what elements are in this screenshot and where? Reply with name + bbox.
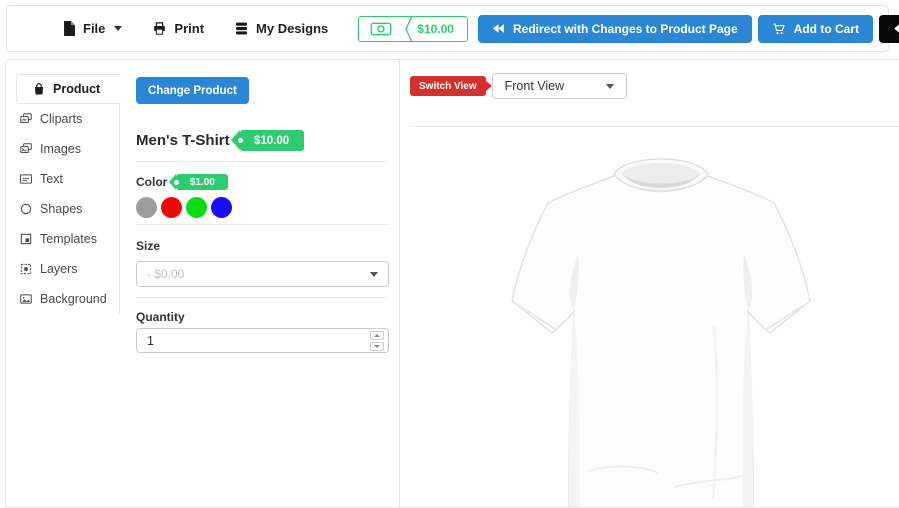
designer-content: Product Cliparts Images Text Shapes Temp…: [5, 59, 899, 508]
redirect-button-label: Redirect with Changes to Product Page: [513, 22, 738, 36]
back-to-shop-button[interactable]: Back to Shop: [879, 15, 899, 43]
add-to-cart-button[interactable]: Add to Cart: [758, 15, 873, 43]
cart-icon: [772, 22, 786, 36]
sidebar-tab-layers[interactable]: Layers: [6, 254, 119, 284]
design-stage-area: Switch View Front View: [400, 60, 899, 507]
view-select-value: Front View: [505, 79, 565, 93]
quantity-down-button[interactable]: [370, 342, 384, 351]
backward-icon: [893, 23, 899, 34]
color-swatch-green[interactable]: [186, 197, 207, 218]
divider: [410, 126, 899, 127]
product-price-tag: $10.00: [240, 130, 304, 151]
images-icon: [19, 142, 33, 156]
chevron-down-icon: [370, 272, 378, 277]
print-menu[interactable]: Print: [152, 21, 204, 36]
tab-label: Images: [40, 142, 81, 156]
my-designs-menu[interactable]: My Designs: [234, 21, 328, 36]
tab-label: Shapes: [40, 202, 82, 216]
file-menu[interactable]: File: [63, 21, 122, 36]
sidebar-tab-images[interactable]: Images: [6, 134, 119, 164]
color-swatch-grey[interactable]: [136, 197, 157, 218]
tab-label: Layers: [40, 262, 78, 276]
change-product-label: Change Product: [148, 85, 237, 97]
print-label: Print: [174, 21, 204, 36]
size-select[interactable]: - $0.00: [136, 261, 389, 287]
file-label: File: [83, 21, 105, 36]
view-select[interactable]: Front View: [492, 73, 627, 99]
sidebar-tab-shapes[interactable]: Shapes: [6, 194, 119, 224]
sidebar-tab-templates[interactable]: Templates: [6, 224, 119, 254]
top-toolbar: File Print My Designs $10.00 Redirect wi…: [6, 5, 889, 52]
quantity-label: Quantity: [136, 310, 389, 324]
designs-stack-icon: [234, 21, 249, 36]
quantity-input[interactable]: [138, 334, 370, 348]
quantity-spinner: [370, 331, 384, 351]
divider: [136, 297, 389, 298]
total-price-value: $10.00: [413, 22, 467, 36]
backward-icon: [492, 23, 505, 34]
text-icon: [19, 172, 33, 186]
redirect-to-product-page-button[interactable]: Redirect with Changes to Product Page: [478, 15, 752, 43]
tshirt-product-image[interactable]: [506, 141, 816, 508]
chevron-down-icon: [114, 26, 122, 31]
tab-label: Templates: [40, 232, 97, 246]
badge-notch: [403, 16, 413, 42]
size-select-value: - $0.00: [147, 267, 184, 281]
product-title: Men's T-Shirt: [136, 132, 230, 149]
layers-icon: [19, 262, 33, 276]
chevron-down-icon: [606, 84, 614, 89]
background-image-icon: [19, 292, 33, 306]
sidebar-tab-text[interactable]: Text: [6, 164, 119, 194]
print-icon: [152, 21, 167, 36]
tab-label: Background: [40, 292, 107, 306]
product-options-panel: Change Product Men's T-Shirt $10.00 Colo…: [119, 60, 400, 507]
design-total-price-badge: $10.00: [358, 16, 468, 42]
change-product-button[interactable]: Change Product: [136, 77, 249, 104]
color-label: Color: [136, 175, 167, 189]
tab-label: Text: [40, 172, 63, 186]
shopping-bag-icon: [32, 82, 46, 96]
module-sidebar: Product Cliparts Images Text Shapes Temp…: [6, 74, 120, 314]
tab-label: Cliparts: [40, 112, 82, 126]
color-swatches: [136, 197, 389, 218]
color-price-tag: $1.00: [176, 174, 228, 190]
color-swatch-red[interactable]: [161, 197, 182, 218]
tab-label: Product: [53, 82, 100, 96]
file-icon: [63, 21, 76, 36]
size-label: Size: [136, 239, 389, 253]
sidebar-tab-background[interactable]: Background: [6, 284, 119, 314]
quantity-up-button[interactable]: [370, 331, 384, 340]
shapes-circle-icon: [19, 202, 33, 216]
cliparts-icon: [19, 112, 33, 126]
divider: [136, 161, 389, 162]
sidebar-tab-cliparts[interactable]: Cliparts: [6, 104, 119, 134]
color-swatch-blue[interactable]: [211, 197, 232, 218]
templates-icon: [19, 232, 33, 246]
divider: [136, 224, 389, 225]
my-designs-label: My Designs: [256, 21, 328, 36]
add-to-cart-label: Add to Cart: [794, 22, 859, 36]
switch-view-callout: Switch View: [410, 76, 486, 96]
sidebar-tab-product[interactable]: Product: [16, 74, 120, 104]
money-icon: [359, 22, 403, 36]
